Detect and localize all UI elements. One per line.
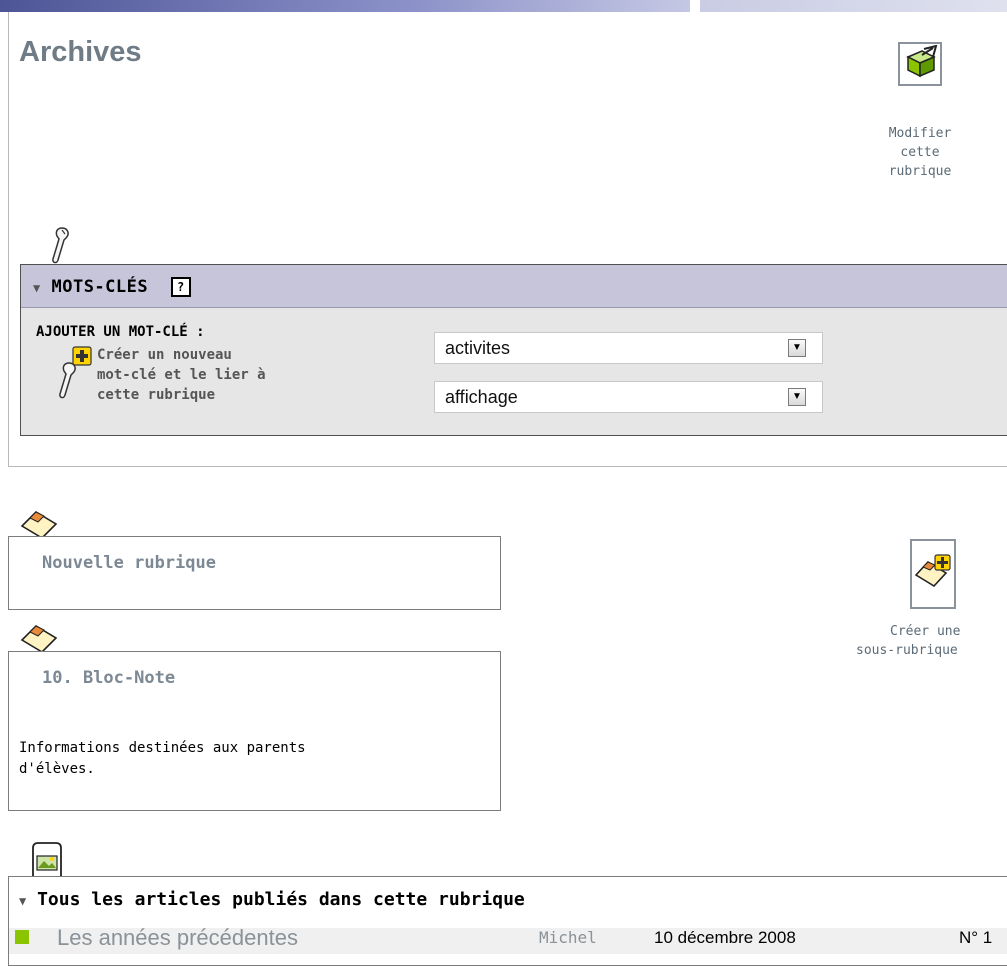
subsection-box[interactable]: 10. Bloc-Note Informations destinées aux… xyxy=(8,651,501,811)
keyword-select-activites[interactable]: activites ▼ xyxy=(434,332,823,364)
top-gradient-bar xyxy=(0,0,690,12)
page-title: Archives xyxy=(19,36,142,68)
subsection-box[interactable]: Nouvelle rubrique xyxy=(8,536,501,610)
keywords-title-row: ▼ MOTS-CLÉS ? xyxy=(33,277,191,297)
folder-add-icon xyxy=(913,553,953,595)
create-keyword-link[interactable]: Créer un nouveau mot-clé et le lier à ce… xyxy=(97,345,267,405)
box-edit-icon xyxy=(902,44,938,83)
collapse-triangle-icon[interactable]: ▼ xyxy=(33,281,41,295)
article-date: 10 décembre 2008 xyxy=(654,928,796,947)
chevron-down-icon[interactable]: ▼ xyxy=(788,388,806,406)
status-bullet-icon xyxy=(15,930,29,944)
keywords-title: MOTS-CLÉS xyxy=(51,277,149,297)
help-icon[interactable]: ? xyxy=(170,277,191,297)
add-keyword-label: AJOUTER UN MOT-CLÉ : xyxy=(36,324,205,340)
collapse-triangle-icon[interactable]: ▼ xyxy=(19,894,26,908)
keywords-panel: ▼ MOTS-CLÉS ? AJOUTER UN MOT-CLÉ : Créer… xyxy=(20,264,1007,436)
keywords-header[interactable]: ▼ MOTS-CLÉS ? xyxy=(21,265,1007,308)
edit-section-button[interactable] xyxy=(898,42,942,86)
create-subsection-button[interactable] xyxy=(910,539,956,609)
subsection-title[interactable]: 10. Bloc-Note xyxy=(42,668,175,688)
article-number: N° 1 xyxy=(959,928,993,947)
chevron-down-icon[interactable]: ▼ xyxy=(788,339,806,357)
article-title-link[interactable]: Les années précédentes xyxy=(57,925,298,951)
edit-section-label[interactable]: Modifier cette rubrique xyxy=(880,124,960,181)
subsection-description: Informations destinées aux parents d'élè… xyxy=(19,740,306,777)
keyword-select-affichage[interactable]: affichage ▼ xyxy=(434,381,823,413)
create-subsection-label[interactable]: Créer une sous-rubrique xyxy=(856,622,1006,660)
new-keyword-wrench-icon[interactable] xyxy=(49,345,93,409)
table-row[interactable]: Les années précédentes Michel 10 décembr… xyxy=(9,925,1007,954)
articles-title: Tous les articles publiés dans cette rub… xyxy=(37,889,525,910)
subsection-title[interactable]: Nouvelle rubrique xyxy=(42,553,216,573)
top-gradient-bar-right xyxy=(700,0,1007,12)
articles-title-row[interactable]: ▼ Tous les articles publiés dans cette r… xyxy=(19,889,525,910)
article-author[interactable]: Michel xyxy=(539,928,597,947)
